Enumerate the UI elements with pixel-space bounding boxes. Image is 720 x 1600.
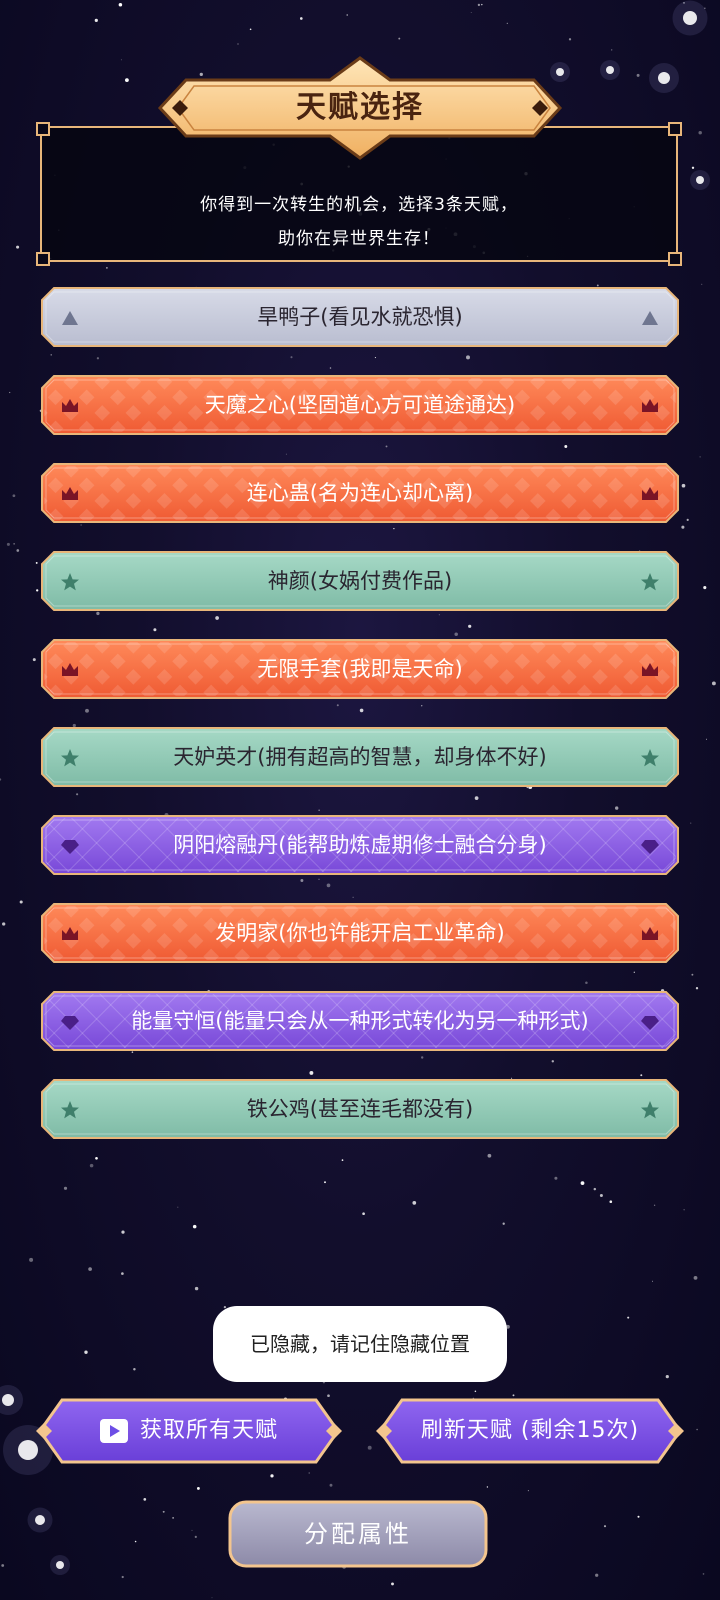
crown-icon xyxy=(640,484,660,504)
talent-option[interactable]: 连心蛊(名为连心却心离) xyxy=(40,462,680,524)
talent-label: 能量守恒(能量只会从一种形式转化为另一种形式) xyxy=(131,1009,589,1033)
allocate-attributes-label: 分配属性 xyxy=(304,1520,412,1548)
talent-label: 神颜(女娲付费作品) xyxy=(267,569,453,593)
triangle-icon xyxy=(60,308,80,328)
crown-icon xyxy=(640,924,660,944)
refresh-talents-label: 刷新天赋 (剩余15次) xyxy=(420,1418,640,1443)
crown-icon xyxy=(640,396,660,416)
talent-option[interactable]: 阴阳熔融丹(能帮助炼虚期修士融合分身) xyxy=(40,814,680,876)
talent-label: 发明家(你也许能开启工业革命) xyxy=(215,921,505,945)
talent-label: 铁公鸡(甚至连毛都没有) xyxy=(246,1097,474,1121)
intro-text-line2: 助你在异世界生存！ xyxy=(278,229,440,249)
video-play-icon xyxy=(99,1419,128,1443)
star-icon xyxy=(60,572,80,592)
talent-option[interactable]: 旱鸭子(看见水就恐惧) xyxy=(40,286,680,348)
crown-icon xyxy=(60,924,80,944)
crown-icon xyxy=(60,660,80,680)
talent-label: 旱鸭子(看见水就恐惧) xyxy=(257,305,463,329)
page-title: 天赋选择 xyxy=(296,90,424,125)
diamond-icon xyxy=(640,1012,660,1032)
triangle-icon xyxy=(640,308,660,328)
crown-icon xyxy=(640,660,660,680)
talent-option[interactable]: 天妒英才(拥有超高的智慧，却身体不好) xyxy=(40,726,680,788)
get-all-talents-label: 获取所有天赋 xyxy=(139,1418,278,1443)
talent-option[interactable]: 神颜(女娲付费作品) xyxy=(40,550,680,612)
star-icon xyxy=(60,1100,80,1120)
talent-label: 阴阳熔融丹(能帮助炼虚期修士融合分身) xyxy=(173,833,547,857)
talent-option[interactable]: 天魔之心(坚固道心方可道途通达) xyxy=(40,374,680,436)
star-icon xyxy=(640,572,660,592)
talent-option[interactable]: 发明家(你也许能开启工业革命) xyxy=(40,902,680,964)
diamond-icon xyxy=(60,1012,80,1032)
talent-option[interactable]: 铁公鸡(甚至连毛都没有) xyxy=(40,1078,680,1140)
talent-label: 天魔之心(坚固道心方可道途通达) xyxy=(204,393,516,417)
crown-icon xyxy=(60,396,80,416)
get-all-talents-button[interactable]: 获取所有天赋 xyxy=(34,1394,344,1468)
title-plate: 天赋选择 xyxy=(150,52,570,164)
star-icon xyxy=(60,748,80,768)
hidden-toast: 已隐藏，请记住隐藏位置 xyxy=(213,1306,507,1382)
crown-icon xyxy=(60,484,80,504)
intro-text-line1: 你得到一次转生的机会，选择3条天赋， xyxy=(200,195,518,215)
refresh-talents-button[interactable]: 刷新天赋 (剩余15次) xyxy=(374,1394,686,1468)
talent-option[interactable]: 能量守恒(能量只会从一种形式转化为另一种形式) xyxy=(40,990,680,1052)
talent-option[interactable]: 无限手套(我即是天命) xyxy=(40,638,680,700)
star-icon xyxy=(640,748,660,768)
talent-label: 连心蛊(名为连心却心离) xyxy=(246,481,474,505)
diamond-icon xyxy=(640,836,660,856)
talent-label: 天妒英才(拥有超高的智慧，却身体不好) xyxy=(173,745,547,769)
talent-label: 无限手套(我即是天命) xyxy=(257,657,463,681)
diamond-icon xyxy=(60,836,80,856)
star-icon xyxy=(640,1100,660,1120)
allocate-attributes-button[interactable]: 分配属性 xyxy=(226,1498,490,1570)
